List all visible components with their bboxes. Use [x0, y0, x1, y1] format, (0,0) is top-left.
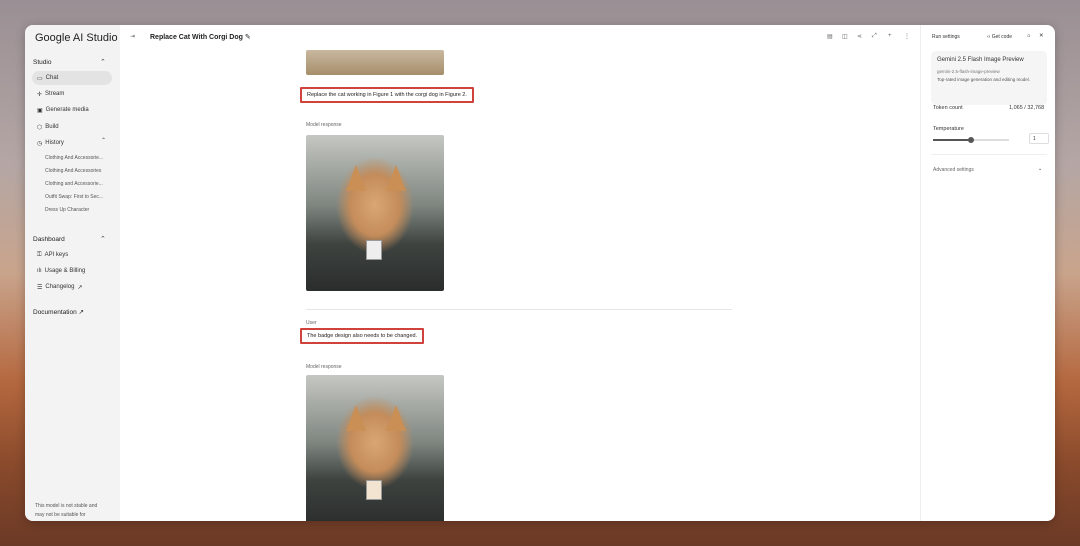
sidebar-item-build[interactable]: ⬡ Build: [32, 120, 112, 134]
history-item[interactable]: Outfit Swap: First to Sec...: [45, 194, 103, 200]
temperature-slider[interactable]: [933, 137, 1009, 143]
chevron-up-icon[interactable]: ⌃: [100, 235, 106, 243]
close-icon[interactable]: ✕: [1039, 33, 1044, 39]
external-link-icon: ↗: [77, 284, 83, 291]
share-icon[interactable]: ⋖: [857, 33, 862, 40]
dashboard-section[interactable]: Dashboard: [33, 236, 65, 243]
advanced-settings-toggle[interactable]: Advanced settings: [933, 167, 974, 173]
add-icon[interactable]: +: [888, 33, 892, 39]
chat-icon: ▭: [37, 75, 43, 82]
edit-icon[interactable]: ✎: [245, 34, 251, 41]
footer-note: This model is not stable and: [35, 503, 98, 509]
documentation-link[interactable]: Documentation ↗: [33, 308, 84, 316]
page-title: Replace Cat With Corgi Dog ✎: [150, 34, 251, 41]
corgi-badge: [366, 480, 382, 500]
external-link-icon: ↗: [78, 309, 84, 316]
model-response-label: Model response: [306, 122, 342, 128]
get-code-button[interactable]: ‹› Get code: [987, 34, 1012, 40]
chevron-up-icon[interactable]: ⌃: [101, 137, 106, 144]
run-settings-title: Run settings: [932, 34, 960, 40]
chevron-up-icon[interactable]: ⌃: [100, 58, 106, 66]
sidebar-item-history[interactable]: ◷ History: [32, 136, 112, 150]
app-window: Google AI Studio Studio ⌃ ▭ Chat ✛ Stream …: [25, 25, 1055, 521]
studio-section[interactable]: Studio: [33, 59, 51, 66]
user-label: User: [306, 320, 317, 326]
bar-chart-icon: ılı: [37, 268, 42, 274]
magic-icon[interactable]: ⤢: [872, 33, 877, 40]
generated-corgi-image: [306, 135, 444, 291]
media-icon: ▣: [37, 107, 43, 114]
model-response-label: Model response: [306, 364, 342, 370]
stream-icon: ✛: [37, 91, 43, 98]
compare-icon[interactable]: ▤: [827, 33, 833, 40]
key-icon: ⚿: [37, 251, 42, 258]
footer-note: may not be suitable for: [35, 512, 86, 518]
generated-corgi-image: [306, 375, 444, 521]
slider-thumb[interactable]: [968, 137, 974, 143]
more-icon[interactable]: ⋮: [904, 33, 910, 40]
temperature-label: Temperature: [933, 126, 964, 132]
sidebar-item-usage-billing[interactable]: ılı Usage & Billing: [32, 264, 112, 278]
history-icon: ◷: [37, 140, 43, 147]
toggle-sidebar-icon[interactable]: ⇥: [130, 33, 135, 40]
user-message: The badge design also needs to be change…: [300, 328, 425, 344]
sidebar-item-chat[interactable]: ▭ Chat: [32, 71, 112, 85]
code-icon: ‹›: [987, 34, 991, 40]
token-count-value: 1,065 / 32,768: [1009, 105, 1045, 111]
chevron-down-icon[interactable]: ⌄: [1038, 166, 1042, 172]
history-item[interactable]: Clothing and Accessorie...: [45, 181, 103, 187]
logo: Google AI Studio: [35, 32, 118, 44]
sidebar-item-changelog[interactable]: ☰ Changelog ↗: [32, 280, 112, 294]
model-selector[interactable]: Gemini 2.5 Flash Image Preview gemini-2.…: [931, 51, 1047, 105]
chat-area: ⇥ Replace Cat With Corgi Dog ✎ ▤ ◫ ⋖ ⤢ +…: [120, 25, 920, 521]
temperature-input[interactable]: 1: [1029, 133, 1049, 144]
build-icon: ⬡: [37, 124, 43, 131]
token-count-label: Token count: [933, 105, 963, 111]
changelog-icon: ☰: [37, 284, 43, 291]
reset-icon[interactable]: ⌂: [1027, 33, 1030, 39]
figure-image: [306, 50, 444, 75]
history-item[interactable]: Clothing And Accessorie...: [45, 155, 103, 161]
sidebar-item-api-keys[interactable]: ⚿ API keys: [32, 248, 112, 262]
user-message: Replace the cat working in Figure 1 with…: [300, 87, 474, 103]
badge: [366, 240, 382, 260]
run-settings-panel: Run settings ‹› Get code ⌂ ✕ Gemini 2.5 …: [920, 25, 1055, 521]
divider: [306, 309, 732, 310]
split-view-icon[interactable]: ◫: [842, 33, 848, 40]
history-item[interactable]: Clothing And Accessories: [45, 168, 101, 174]
history-item[interactable]: Dress Up Character: [45, 207, 89, 213]
sidebar-item-stream[interactable]: ✛ Stream: [32, 87, 112, 101]
sidebar-item-generate-media[interactable]: ▣ Generate media: [32, 103, 112, 117]
sidebar: Google AI Studio Studio ⌃ ▭ Chat ✛ Stream …: [25, 25, 120, 521]
